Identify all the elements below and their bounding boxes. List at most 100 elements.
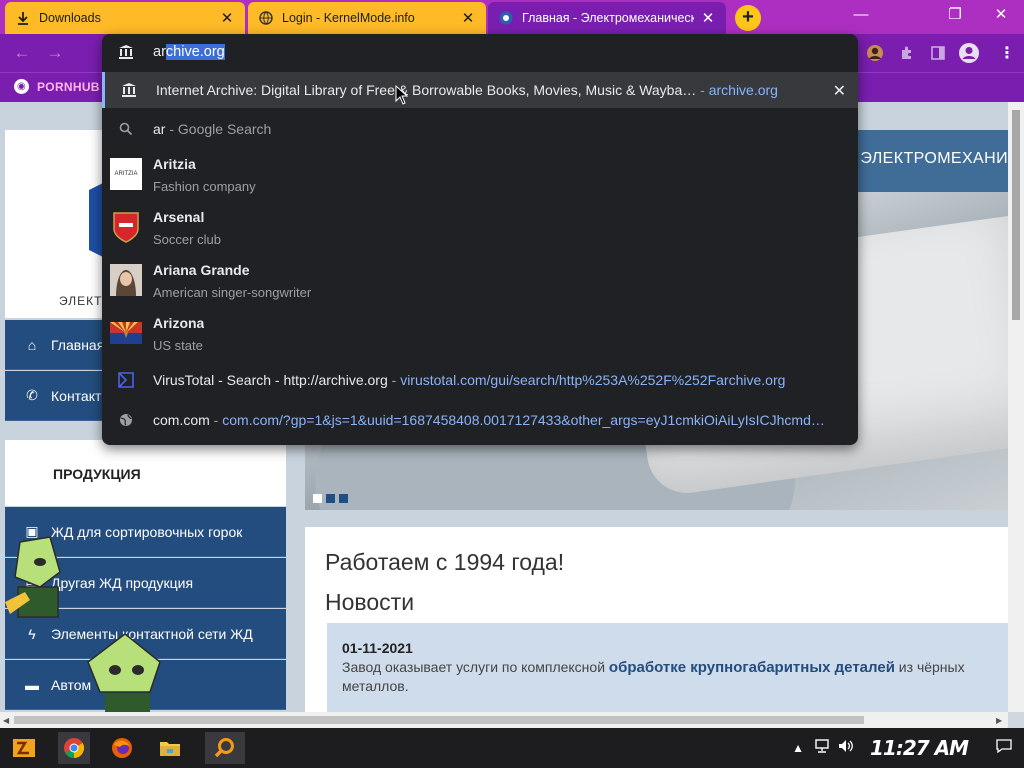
- profile-photo-icon[interactable]: [864, 42, 886, 64]
- minimize-button[interactable]: —: [838, 0, 884, 32]
- download-icon: [15, 10, 31, 26]
- suggestion-title: Arizona: [153, 315, 205, 331]
- suggestion-subtitle: Fashion company: [153, 179, 256, 194]
- mascot-character: [5, 536, 61, 618]
- news-date: 01-11-2021: [342, 640, 413, 656]
- taskbar: ▲ 11:27 AM: [0, 728, 1024, 768]
- restore-button[interactable]: ❐: [932, 0, 978, 32]
- archive-icon: [113, 74, 145, 106]
- suggestion-row[interactable]: Arizona US state: [102, 309, 858, 361]
- close-icon[interactable]: ✕: [460, 9, 476, 27]
- vertical-scrollbar[interactable]: [1008, 102, 1024, 712]
- close-icon[interactable]: ✕: [700, 9, 716, 27]
- suggestion-title: Ariana Grande: [153, 262, 250, 278]
- slider-dot[interactable]: [326, 494, 335, 503]
- chrome-icon[interactable]: [58, 732, 90, 764]
- side-panel-icon[interactable]: [927, 42, 949, 64]
- suggestion-row[interactable]: ar - Google Search: [102, 112, 858, 146]
- news-item: 01-11-2021 Завод оказывает услуги по ком…: [327, 623, 1008, 712]
- close-icon[interactable]: ✕: [219, 9, 235, 27]
- suggestion-row[interactable]: Internet Archive: Digital Library of Fre…: [102, 72, 858, 108]
- account-icon[interactable]: [958, 42, 980, 64]
- explorer-icon[interactable]: [154, 732, 186, 764]
- separator: -: [696, 82, 709, 98]
- news-text: Завод оказывает услуги по комплексной об…: [342, 658, 1008, 696]
- suggestion-subtitle: US state: [153, 338, 203, 353]
- address-bar[interactable]: archive.org: [102, 34, 858, 70]
- suggestion-row[interactable]: Arsenal Soccer club: [102, 203, 858, 255]
- firefox-icon[interactable]: [106, 732, 138, 764]
- separator: -: [209, 412, 223, 428]
- suggestion-row[interactable]: Ariana Grande American singer-songwriter: [102, 256, 858, 308]
- virustotal-icon: [110, 364, 142, 396]
- phone-icon: ✆: [26, 387, 38, 403]
- suggestion-url: archive.org: [708, 82, 778, 98]
- tab-strip: Downloads ✕ Login - KernelMode.info ✕ Гл…: [0, 0, 1024, 34]
- forward-button[interactable]: →: [45, 43, 65, 63]
- tab-active-site[interactable]: Главная - Электромеханическ ✕: [488, 2, 726, 34]
- suggestion-title: com.com: [153, 412, 210, 428]
- car-icon: ▬: [25, 676, 39, 693]
- suggestion-row[interactable]: com.com - com.com/?gp=1&js=1&uuid=168745…: [102, 402, 858, 438]
- back-button[interactable]: ←: [12, 43, 32, 63]
- aritzia-thumb: ARITZIA: [110, 158, 142, 190]
- mascot-character: [87, 633, 161, 712]
- globe-icon: [110, 404, 142, 436]
- suggestion-title: Arsenal: [153, 209, 205, 225]
- logo-text: ЭЛЕКТ: [59, 294, 103, 308]
- search-icon: [110, 113, 142, 145]
- suggestion-text: VirusTotal - Search - http://archive.org…: [153, 372, 853, 388]
- separator: -: [387, 372, 401, 388]
- tab-title: Downloads: [39, 11, 101, 25]
- suggestion-url: virustotal.com/gui/search/http%253A%252F…: [400, 372, 786, 388]
- suggestion-title: Aritzia: [153, 156, 196, 172]
- globe-icon: [258, 10, 274, 26]
- scroll-left-arrow[interactable]: ◀: [3, 716, 9, 725]
- nav-label: Контакт: [51, 387, 102, 404]
- chevron-up-icon[interactable]: ▲: [792, 741, 804, 755]
- scroll-right-arrow[interactable]: ▶: [996, 716, 1002, 725]
- arizona-flag: [110, 317, 142, 349]
- horizontal-scrollbar[interactable]: ◀ ▶: [0, 712, 1008, 728]
- site-favicon: [498, 10, 514, 26]
- slider-dot[interactable]: [339, 494, 348, 503]
- slider-dots: [313, 494, 348, 503]
- hero-title: ЭЛЕКТРОМЕХАНИ: [860, 150, 1008, 167]
- slider-dot[interactable]: [313, 494, 322, 503]
- news-link[interactable]: обработке крупногабаритных деталей: [609, 659, 895, 676]
- start-icon[interactable]: [8, 732, 40, 764]
- suggestion-row[interactable]: VirusTotal - Search - http://archive.org…: [102, 362, 858, 398]
- new-tab-button[interactable]: +: [735, 5, 761, 31]
- network-icon[interactable]: [814, 738, 830, 758]
- close-window-button[interactable]: ✕: [978, 0, 1024, 32]
- suggestion-row[interactable]: ARITZIA Aritzia Fashion company: [102, 150, 858, 202]
- bookmark-item[interactable]: ◉ PORNHUB: [14, 79, 100, 94]
- scrollbar-thumb[interactable]: [1012, 110, 1020, 320]
- scrollbar-thumb[interactable]: [14, 716, 864, 724]
- mouse-cursor-icon: [395, 85, 409, 105]
- globe-icon: ◉: [14, 79, 29, 94]
- volume-icon[interactable]: [838, 739, 854, 758]
- notifications-icon[interactable]: [996, 738, 1012, 758]
- bookmark-label: PORNHUB: [37, 79, 100, 94]
- tab-kernelmode[interactable]: Login - KernelMode.info ✕: [248, 2, 486, 34]
- clock[interactable]: 11:27 AM: [870, 736, 969, 760]
- arsenal-crest: [110, 211, 142, 243]
- menu-icon[interactable]: ⋮: [996, 42, 1018, 64]
- suggestion-subtitle: Soccer club: [153, 232, 221, 247]
- suggestion-title: VirusTotal - Search - http://archive.org: [153, 372, 388, 388]
- address-input[interactable]: archive.org: [153, 44, 225, 60]
- ariana-photo: [110, 264, 142, 296]
- suggestion-suffix: Google Search: [177, 121, 272, 137]
- separator: -: [165, 121, 178, 137]
- search-app-icon[interactable]: [205, 732, 245, 764]
- suggestion-text: com.com - com.com/?gp=1&js=1&uuid=168745…: [153, 412, 853, 428]
- tab-title: Login - KernelMode.info: [282, 11, 415, 25]
- since-heading: Работаем с 1994 года!: [325, 549, 565, 575]
- autocomplete-selection: chive.org: [165, 44, 225, 60]
- remove-suggestion-button[interactable]: ✕: [833, 81, 846, 101]
- system-tray: ▲ 11:27 AM: [792, 728, 1024, 768]
- tab-downloads[interactable]: Downloads ✕: [5, 2, 245, 34]
- extensions-icon[interactable]: [896, 42, 918, 64]
- news-text-before: Завод оказывает услуги по комплексной: [342, 659, 609, 675]
